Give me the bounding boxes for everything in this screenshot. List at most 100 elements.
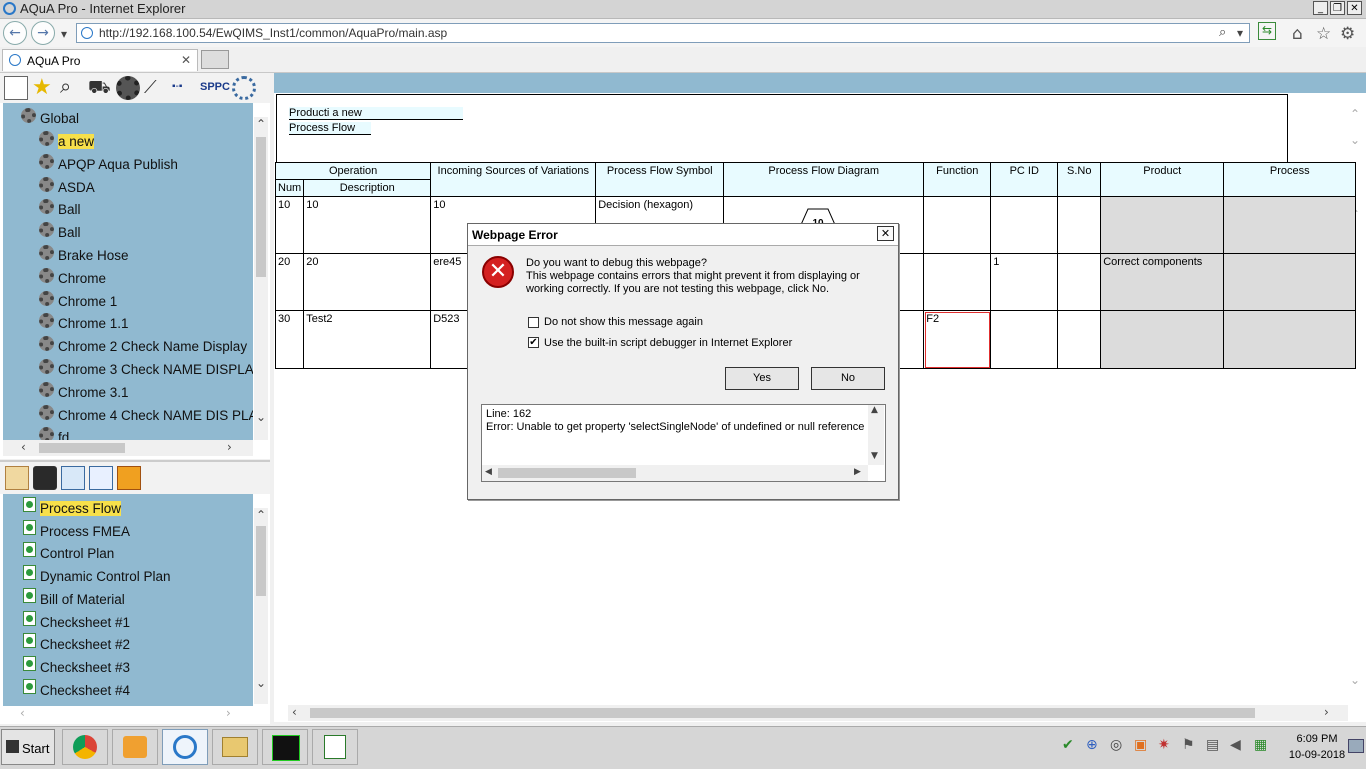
tray-green-icon[interactable]: ✔ [1062,737,1074,753]
tree-item[interactable]: ASDA [58,180,95,195]
hscroll-thumb[interactable] [310,708,1255,718]
cell-process[interactable] [1223,310,1357,369]
tree-item[interactable]: fd [58,430,69,440]
error-hscrollbar[interactable]: ◀ ▶ [482,465,868,481]
cell-process[interactable] [1223,196,1357,254]
scroll-right-icon[interactable]: ▶ [854,467,861,477]
cell-function[interactable] [923,253,992,311]
cell-sno[interactable] [1057,196,1102,254]
explorer-taskbar-icon[interactable] [212,729,258,765]
cell-function[interactable] [923,196,992,254]
cell-sno[interactable] [1057,253,1102,311]
do-not-show-checkbox[interactable] [528,317,539,328]
module-item[interactable]: Dynamic Control Plan [40,569,171,584]
module-item[interactable]: Process FMEA [40,524,130,539]
terminal-taskbar-icon[interactable] [262,729,308,765]
favorites-star-icon[interactable]: ☆ [1316,24,1331,44]
module-item[interactable]: Checksheet #4 [40,683,130,698]
no-button[interactable]: No [811,367,885,390]
cell-product[interactable] [1100,196,1225,254]
chart-icon[interactable]: ⟋ [144,76,168,100]
tray-sync-icon[interactable]: ◎ [1110,737,1122,753]
module-item[interactable]: Checksheet #2 [40,637,130,652]
edit-icon[interactable] [4,76,28,100]
document-icon[interactable] [61,466,85,490]
hscroll-thumb[interactable] [498,468,636,478]
tray-security-icon[interactable]: ✷ [1158,737,1170,753]
address-dropdown-icon[interactable]: ▾ [1237,26,1243,40]
tree-item[interactable]: Chrome 2 Check Name Display [58,339,247,354]
yes-button[interactable]: Yes [725,367,799,390]
cell-sno[interactable] [1057,310,1102,369]
flow-icon[interactable]: ▪-▪ [172,76,200,100]
scroll-up-icon[interactable]: ⌃ [256,117,266,131]
tree-item[interactable]: APQP Aqua Publish [58,157,178,172]
error-vscrollbar[interactable]: ▲ ▼ [868,405,884,465]
cell-num[interactable]: 20 [274,253,305,311]
tree-item[interactable]: Ball [58,202,81,217]
module-item[interactable]: Process Flow [40,501,122,516]
tree-root-global[interactable]: Global [40,111,79,126]
tree-item[interactable]: a new [58,134,95,149]
home-icon[interactable]: ⌂ [1292,24,1303,44]
scroll-right-icon[interactable]: › [1324,705,1329,719]
module-item[interactable]: Control Plan [40,546,114,561]
gear-settings-icon[interactable] [116,76,140,100]
cell-product[interactable]: Correct components [1100,253,1225,311]
tree-item[interactable]: Chrome 1 [58,294,117,309]
scroll-down-icon[interactable]: ▼ [871,451,878,461]
tiles-icon[interactable] [117,466,141,490]
scroll-thumb[interactable] [256,137,266,277]
cell-pcid[interactable] [990,196,1059,254]
cell-num[interactable]: 30 [274,310,305,369]
tree-horizontal-scrollbar[interactable]: ‹ › [3,440,253,456]
tray-flag-icon[interactable]: ⚑ [1182,737,1195,753]
cell-description[interactable]: 10 [303,196,432,254]
cell-product[interactable] [1100,310,1225,369]
history-dropdown-icon[interactable]: ▾ [61,27,67,41]
tray-network-icon[interactable]: ▤ [1206,737,1219,753]
tray-terminal-icon[interactable]: ▦ [1254,737,1267,753]
scroll-right-icon[interactable]: › [226,706,231,720]
sppc-label[interactable]: SPPC [200,76,230,100]
show-desktop-icon[interactable] [1348,739,1364,753]
cell-pcid[interactable]: 1 [990,253,1059,311]
scroll-down-icon[interactable]: ⌄ [256,410,266,424]
cell-description[interactable]: Test2 [303,310,432,369]
scroll-left-icon[interactable]: ‹ [20,706,25,720]
scroll-left-icon[interactable]: ‹ [21,440,26,454]
restore-button[interactable]: ❐ [1330,1,1345,15]
scroll-thumb[interactable] [256,526,266,596]
scroll-left-icon[interactable]: ‹ [292,705,297,719]
error-details-box[interactable]: Line: 162 Error: Unable to get property … [481,404,886,482]
cell-description[interactable]: 20 [303,253,432,311]
back-button[interactable]: ← [3,21,27,45]
folder-icon[interactable] [5,466,29,490]
module-item[interactable]: Checksheet #3 [40,660,130,675]
ie-taskbar-icon[interactable] [162,729,208,765]
module-item[interactable]: Bill of Material [40,592,125,607]
tree-item[interactable]: Brake Hose [58,248,129,263]
dialog-close-button[interactable]: ✕ [877,226,894,241]
tree-item[interactable]: Chrome 1.1 [58,316,129,331]
process-icon[interactable] [33,466,57,490]
copy-icon[interactable] [89,466,113,490]
tree-vertical-scrollbar[interactable]: ⌃ ⌄ [254,117,268,440]
network-gear-icon[interactable] [232,76,256,100]
tray-volume-icon[interactable]: ◀ [1230,737,1241,753]
scroll-down-icon[interactable]: ⌄ [1350,133,1360,147]
cell-process[interactable] [1223,253,1357,311]
tray-globe-icon[interactable]: ⊕ [1086,737,1098,753]
address-bar[interactable]: http://192.168.100.54/EwQIMS_Inst1/commo… [76,23,1250,43]
compatibility-icon[interactable]: ⇆ [1258,22,1276,40]
search-icon[interactable]: ⌕ [60,76,84,100]
tree-item[interactable]: Chrome 3.1 [58,385,129,400]
use-debugger-checkbox[interactable]: ✔ [528,337,539,348]
search-icon[interactable]: ⌕ [1219,25,1226,40]
forward-button[interactable]: → [31,21,55,45]
hscroll-thumb[interactable] [39,443,125,453]
scroll-left-icon[interactable]: ◀ [485,467,492,477]
module-vertical-scrollbar[interactable]: ⌃ ⌄ [254,508,268,704]
tab-close-icon[interactable]: ✕ [181,53,191,67]
close-window-button[interactable]: ✕ [1347,1,1362,15]
